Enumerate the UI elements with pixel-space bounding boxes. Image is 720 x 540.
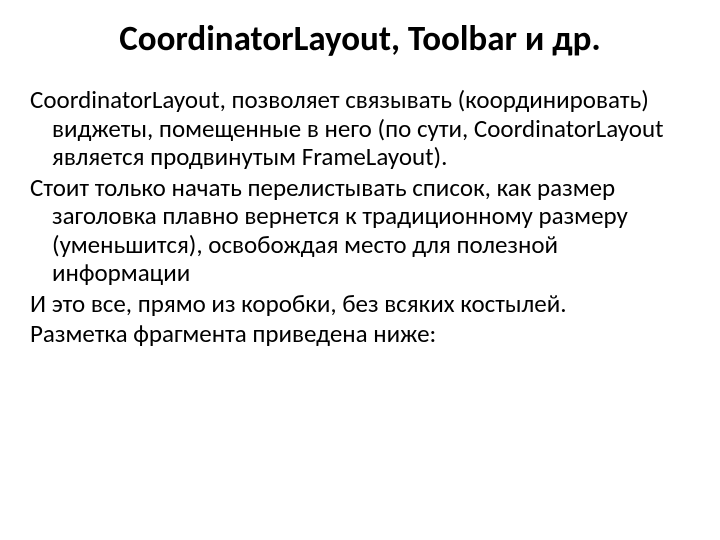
body-paragraph: И это все, прямо из коробки, без всяких …	[30, 290, 690, 319]
body-paragraph: CoordinatorLayout, позволяет связывать (…	[30, 86, 690, 172]
slide: CoordinatorLayout, Toolbar и др. Coordin…	[0, 0, 720, 540]
body-paragraph: Стоит только начать перелистывать список…	[30, 174, 690, 288]
slide-body: CoordinatorLayout, позволяет связывать (…	[30, 86, 690, 349]
slide-title: CoordinatorLayout, Toolbar и др.	[30, 18, 690, 60]
body-paragraph: Разметка фрагмента приведена ниже:	[30, 320, 690, 349]
